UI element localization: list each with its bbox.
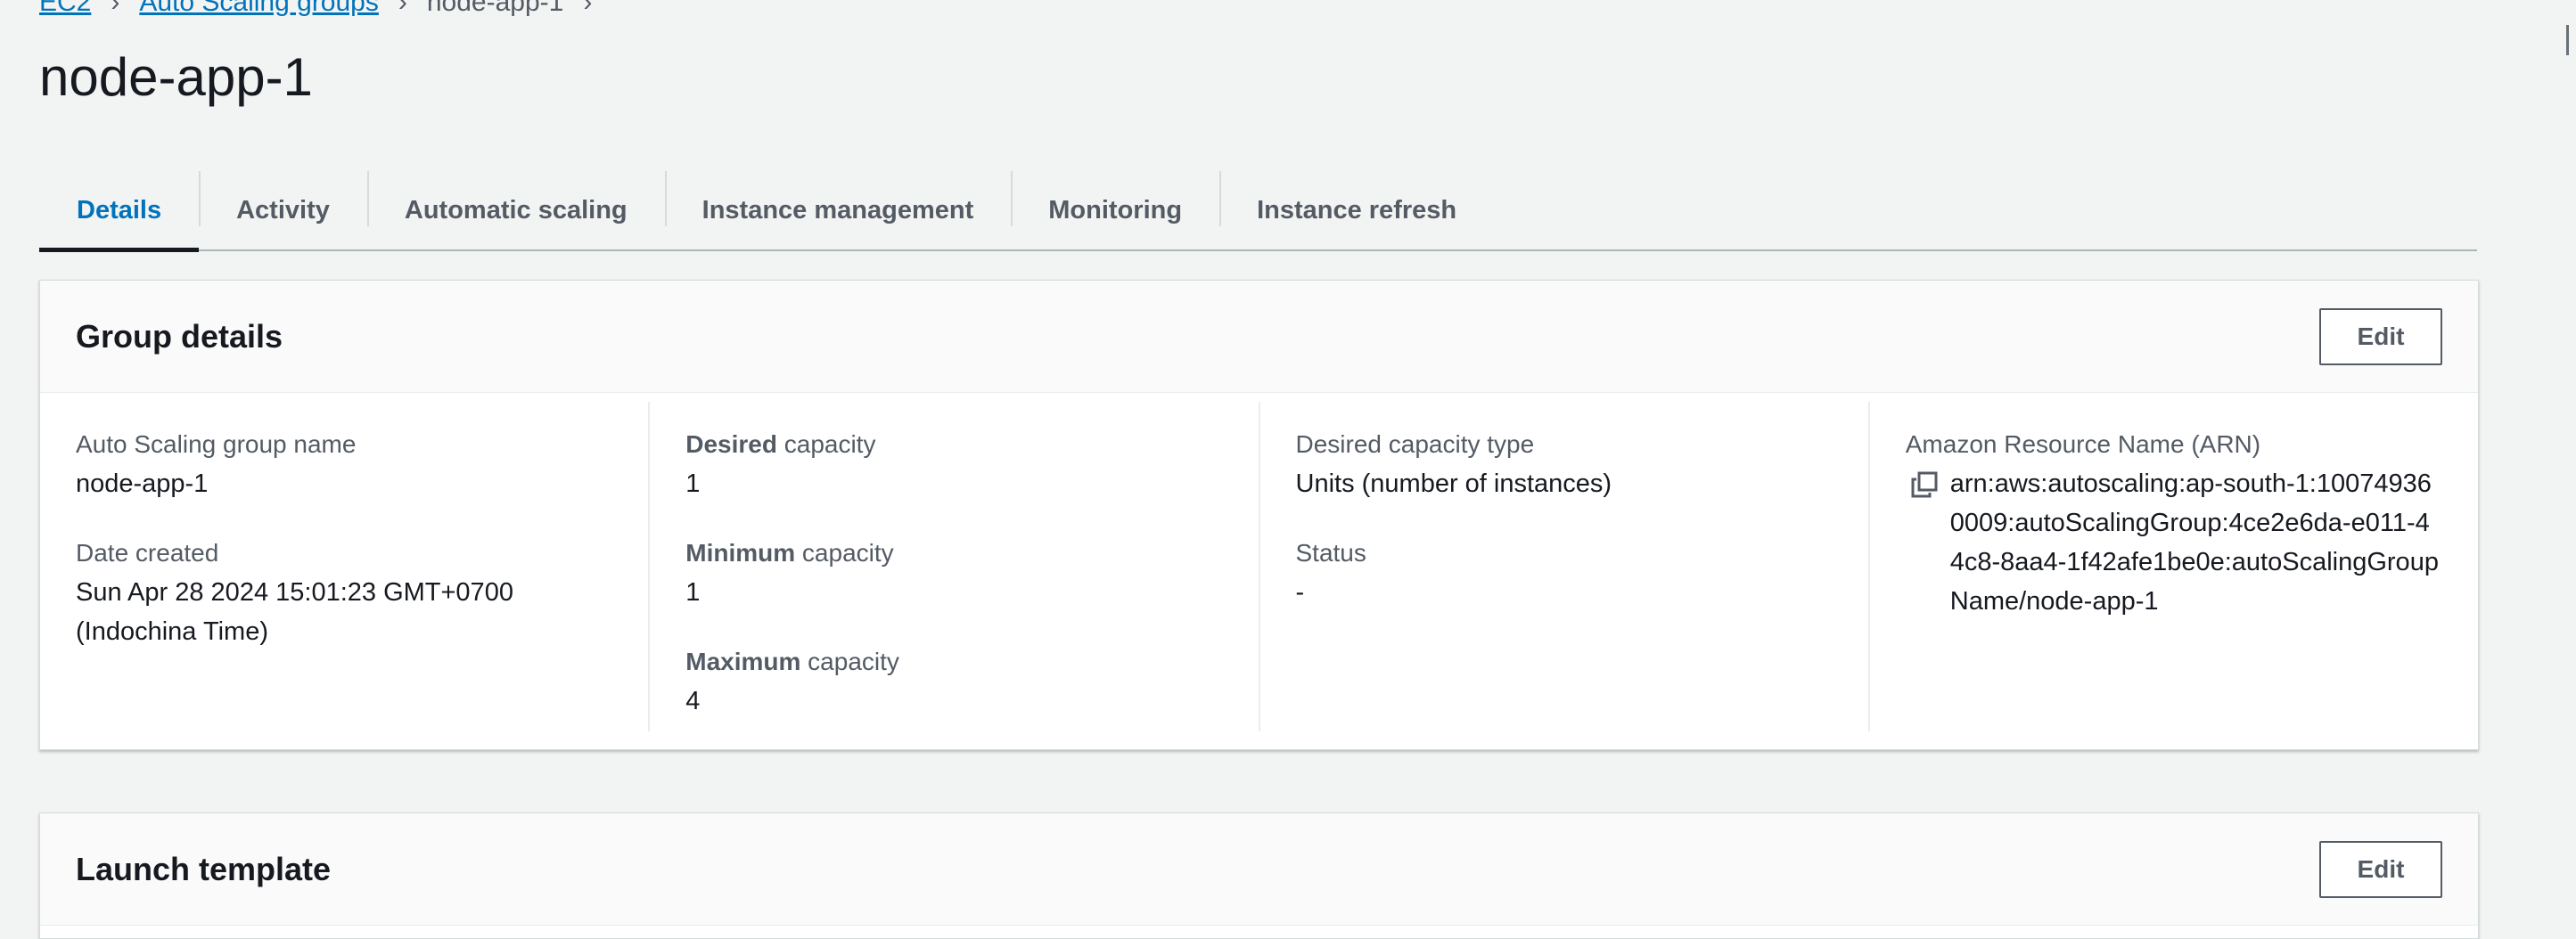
- launch-template-header: Launch template Edit: [40, 813, 2478, 926]
- launch-template-panel: Launch template Edit: [39, 812, 2479, 939]
- desired-capacity-label-bold: Desired: [685, 430, 777, 458]
- details-column-1: Auto Scaling group name node-app-1 Date …: [40, 402, 651, 731]
- details-column-4: Amazon Resource Name (ARN) arn:aws:autos…: [1870, 402, 2478, 731]
- group-details-title: Group details: [76, 317, 283, 355]
- desired-capacity-label: Desired capacity: [685, 425, 1222, 464]
- tab-monitoring[interactable]: Monitoring: [1011, 171, 1219, 249]
- group-details-panel: Group details Edit Auto Scaling group na…: [39, 280, 2479, 750]
- minimum-capacity-label: Minimum capacity: [685, 534, 1222, 573]
- group-details-header: Group details Edit: [40, 281, 2478, 393]
- date-created-label: Date created: [76, 539, 219, 567]
- asg-name-field: Auto Scaling group name node-app-1: [76, 425, 612, 503]
- desired-capacity-type-field: Desired capacity type Units (number of i…: [1296, 425, 1833, 503]
- maximum-capacity-value: 4: [685, 687, 701, 715]
- maximum-capacity-label-rest: capacity: [800, 648, 899, 675]
- tab-bar: Details Activity Automatic scaling Insta…: [39, 171, 2477, 252]
- minimum-capacity-field: Minimum capacity 1: [685, 534, 1222, 612]
- desired-capacity-value: 1: [685, 470, 701, 498]
- status-label: Status: [1295, 539, 1366, 567]
- desired-capacity-field: Desired capacity 1: [685, 425, 1222, 503]
- date-created-field: Date created Sun Apr 28 2024 15:01:23 GM…: [76, 534, 612, 651]
- tab-instance-management[interactable]: Instance management: [664, 171, 1012, 249]
- arn-label: Amazon Resource Name (ARN): [1905, 430, 2261, 458]
- status-field: Status -: [1296, 534, 1833, 612]
- launch-template-title: Launch template: [76, 850, 332, 887]
- edge-handle: [2566, 25, 2576, 55]
- launch-template-edit-button[interactable]: Edit: [2319, 840, 2442, 898]
- maximum-capacity-label-bold: Maximum: [685, 648, 801, 675]
- breadcrumb: EC2 › Auto Scaling groups › node-app-1 ›: [39, 0, 592, 18]
- desired-capacity-label-rest: capacity: [776, 430, 876, 458]
- page-title: node-app-1: [39, 47, 313, 107]
- date-created-value: Sun Apr 28 2024 15:01:23 GMT+0700 (Indoc…: [76, 578, 513, 646]
- breadcrumb-current: node-app-1: [426, 0, 564, 17]
- tab-details[interactable]: Details: [39, 171, 200, 252]
- maximum-capacity-field: Maximum capacity 4: [685, 642, 1222, 721]
- arn-field: Amazon Resource Name (ARN) arn:aws:autos…: [1906, 425, 2442, 621]
- breadcrumb-asg-link[interactable]: Auto Scaling groups: [139, 0, 379, 18]
- details-column-3: Desired capacity type Units (number of i…: [1260, 402, 1870, 731]
- group-details-edit-button[interactable]: Edit: [2319, 307, 2442, 365]
- tab-activity[interactable]: Activity: [199, 171, 367, 249]
- group-details-grid: Auto Scaling group name node-app-1 Date …: [40, 393, 2478, 749]
- minimum-capacity-label-rest: capacity: [795, 539, 894, 567]
- tab-instance-refresh[interactable]: Instance refresh: [1219, 171, 1494, 249]
- asg-name-value: node-app-1: [76, 470, 209, 498]
- copy-icon[interactable]: [1911, 471, 1938, 498]
- status-value: -: [1295, 578, 1305, 607]
- chevron-right-icon: ›: [398, 0, 407, 17]
- tab-automatic-scaling[interactable]: Automatic scaling: [366, 171, 665, 249]
- arn-value: arn:aws:autoscaling:ap-south-1:100749360…: [1949, 470, 2439, 616]
- breadcrumb-ec2-link[interactable]: EC2: [39, 0, 91, 18]
- desired-capacity-type-label: Desired capacity type: [1295, 430, 1535, 458]
- asg-name-label: Auto Scaling group name: [76, 430, 357, 458]
- chevron-right-icon: ›: [111, 0, 120, 17]
- minimum-capacity-label-bold: Minimum: [685, 539, 796, 567]
- details-column-2: Desired capacity 1 Minimum capacity 1 Ma…: [650, 402, 1260, 731]
- minimum-capacity-value: 1: [685, 578, 701, 607]
- arn-row: arn:aws:autoscaling:ap-south-1:100749360…: [1906, 464, 2442, 621]
- chevron-right-icon: ›: [583, 0, 593, 17]
- desired-capacity-type-value: Units (number of instances): [1295, 470, 1612, 498]
- maximum-capacity-label: Maximum capacity: [685, 642, 1222, 682]
